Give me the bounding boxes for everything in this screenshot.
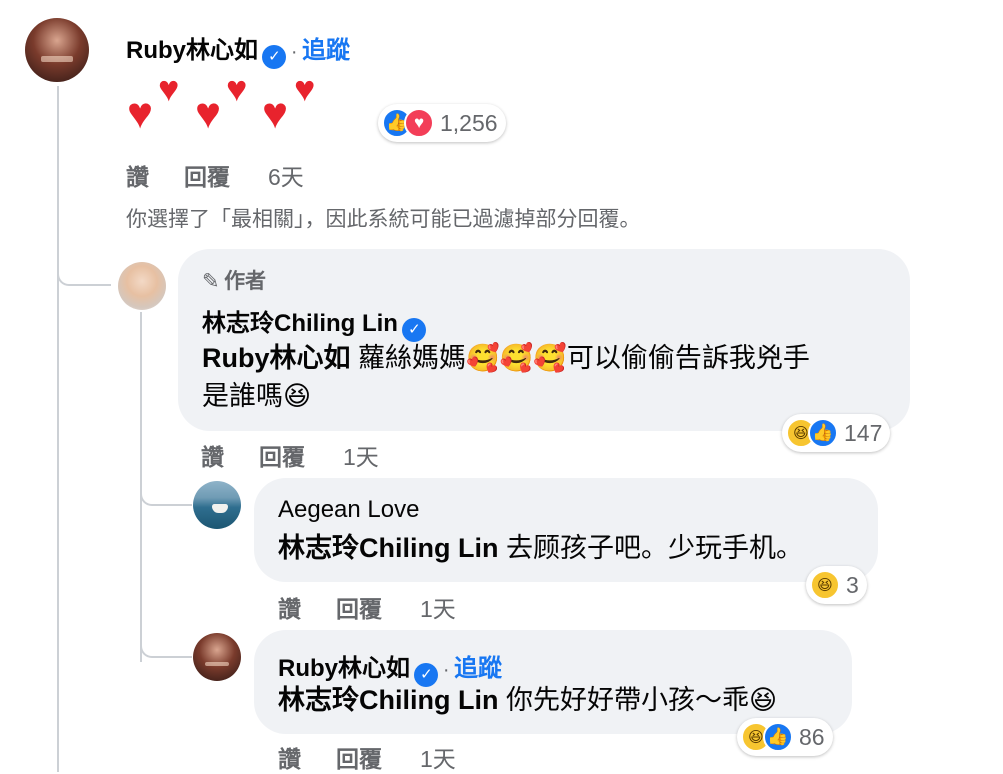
reply-author: 林志玲Chiling Lin ✓ [202,303,427,342]
reply-bubble: Aegean Love 林志玲Chiling Lin 去顾孩子吧。少玩手机。 [254,478,878,582]
separator-dot: · [290,41,298,63]
timestamp[interactable]: 1天 [420,590,456,624]
thread-connector-reply1 [57,250,111,286]
like-reaction-icon: 👍 [763,722,793,752]
reaction-count: 1,256 [440,109,498,136]
mention-link[interactable]: Ruby林心如 [202,343,351,373]
reply-text-line1: 蘿絲媽媽🥰🥰🥰可以偷偷告訴我兇手 [358,343,810,373]
avatar-aegean-love[interactable] [193,481,241,529]
heart-icon: ♥ [226,68,248,109]
reply-bubble: ✎ 作者 林志玲Chiling Lin ✓ Ruby林心如 蘿絲媽媽🥰🥰🥰可以偷… [178,249,910,431]
mention-link[interactable]: 林志玲Chiling Lin [278,533,498,563]
reply-button[interactable]: 回覆 [336,590,382,624]
separator-dot: · [442,659,450,681]
like-button[interactable]: 讚 [126,158,149,192]
haha-reaction-icon: 😆 [810,570,840,600]
author-badge: ✎ 作者 [202,265,266,295]
reply-text: 林志玲Chiling Lin 你先好好帶小孩～乖😆 [278,681,777,719]
comment-header: Ruby林心如 ✓ · 追蹤 [126,30,350,69]
avatar-ruby[interactable] [193,633,241,681]
reaction-summary[interactable]: 😆 👍 86 [737,718,833,756]
avatar-chiling[interactable] [118,262,166,310]
reaction-count: 147 [844,419,883,446]
like-button[interactable]: 讚 [278,590,301,624]
reply-text: Ruby林心如 蘿絲媽媽🥰🥰🥰可以偷偷告訴我兇手 是誰嗎😆 [202,339,892,415]
reaction-summary[interactable]: 😆 👍 147 [782,414,891,452]
mention-link[interactable]: 林志玲Chiling Lin [278,685,498,715]
heart-icon: ♥ [158,68,180,109]
heart-icon: ♥ [262,89,289,138]
author-tag-label: 作者 [224,270,267,293]
heart-icon: ♥ [127,89,154,138]
reply-author: Aegean Love [278,496,419,524]
heart-icon: ♥ [195,89,222,138]
reaction-count: 3 [846,571,859,598]
follow-button[interactable]: 追蹤 [454,655,502,682]
love-reaction-icon: ♥ [404,108,434,138]
follow-button[interactable]: 追蹤 [302,37,350,64]
thread-connector-reply2 [140,470,192,506]
heart-icon: ♥ [294,68,316,109]
author-name[interactable]: 林志玲Chiling Lin [202,310,398,337]
timestamp[interactable]: 6天 [268,158,304,192]
filter-note: 你選擇了「最相關」，因此系統可能已過濾掉部分回覆。 [126,208,641,231]
like-reaction-icon: 👍 [808,418,838,448]
pencil-icon: ✎ [202,270,220,293]
author-name[interactable]: Ruby林心如 [278,655,410,682]
thread-connector-reply3 [140,620,192,658]
avatar-ruby[interactable] [25,18,89,82]
reply-text-line2: 是誰嗎😆 [202,381,312,411]
reply-text: 林志玲Chiling Lin 去顾孩子吧。少玩手机。 [278,529,803,567]
author-name[interactable]: Ruby林心如 [126,37,258,64]
reply-text-content: 你先好好帶小孩～乖😆 [506,685,778,715]
reaction-summary[interactable]: 👍 ♥ 1,256 [378,104,506,142]
author-name[interactable]: Aegean Love [278,496,419,523]
reaction-summary[interactable]: 😆 3 [806,566,867,604]
reaction-count: 86 [799,723,825,750]
verified-badge-icon: ✓ [262,45,287,69]
reply-text-content: 去顾孩子吧。少玩手机。 [506,533,803,563]
reply-button[interactable]: 回覆 [259,438,305,472]
reply-button[interactable]: 回覆 [184,158,230,192]
reply-button[interactable]: 回覆 [336,740,382,774]
like-button[interactable]: 讚 [278,740,301,774]
timestamp[interactable]: 1天 [343,438,379,472]
timestamp[interactable]: 1天 [420,740,456,774]
like-button[interactable]: 讚 [201,438,224,472]
thread-line-main [57,86,59,772]
